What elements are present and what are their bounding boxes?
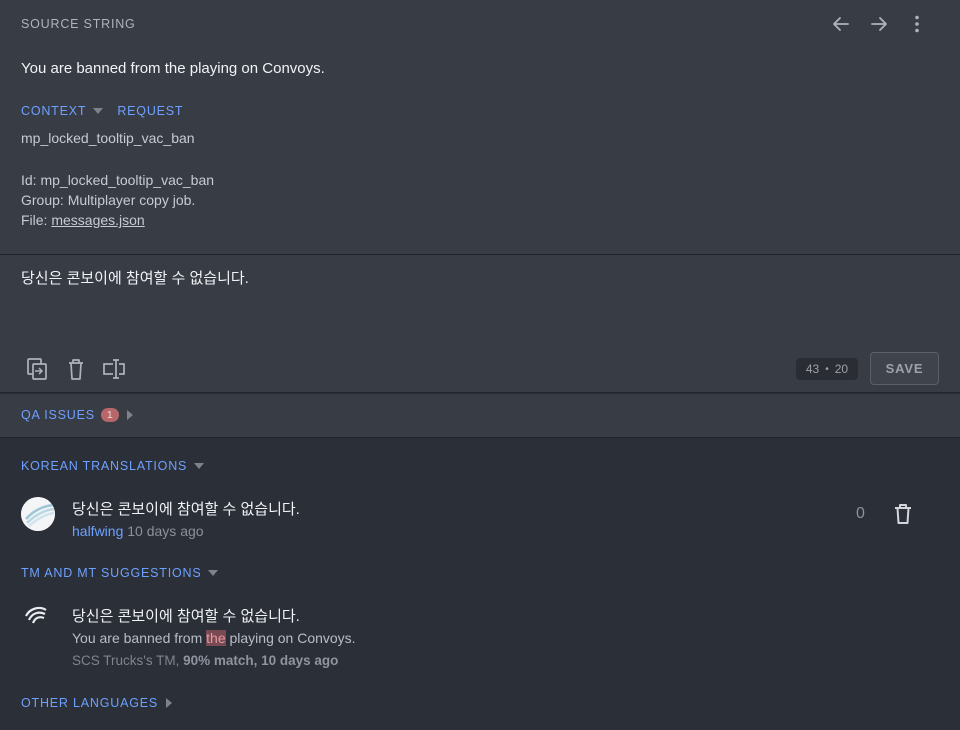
arrow-left-icon[interactable] bbox=[822, 12, 860, 36]
author-link[interactable]: halfwing bbox=[72, 523, 123, 539]
suggestion-match: 90% match, 10 days ago bbox=[183, 653, 339, 668]
suggestion-origin: SCS Trucks's TM, bbox=[72, 653, 184, 668]
translation-editor: 당신은 콘보이에 참여할 수 없습니다. 43 • 20 SAVE bbox=[0, 255, 960, 393]
string-id: Id: mp_locked_tooltip_vac_ban bbox=[21, 172, 215, 188]
trash-icon bbox=[895, 504, 911, 524]
translation-memory-icon bbox=[24, 604, 48, 628]
context-key: mp_locked_tooltip_vac_ban bbox=[21, 130, 195, 146]
suggestion-text[interactable]: 당신은 콘보이에 참여할 수 없습니다. bbox=[72, 605, 300, 626]
file-link[interactable]: messages.json bbox=[51, 212, 144, 228]
source-string-title: SOURCE STRING bbox=[21, 17, 136, 31]
qa-issues-title: QA ISSUES bbox=[21, 408, 95, 422]
character-counter: 43 • 20 bbox=[796, 358, 858, 380]
copy-source-icon[interactable] bbox=[24, 356, 50, 382]
string-group: Group: Multiplayer copy job. bbox=[21, 192, 196, 208]
qa-issues-panel: QA ISSUES 1 bbox=[0, 394, 960, 438]
string-metadata: Id: mp_locked_tooltip_vac_ban Group: Mul… bbox=[21, 170, 214, 230]
chevron-right-icon bbox=[126, 410, 133, 420]
other-languages-title: OTHER LANGUAGES bbox=[21, 696, 159, 710]
save-button[interactable]: SAVE bbox=[870, 352, 939, 385]
string-file: File: messages.json bbox=[21, 210, 214, 230]
chevron-down-icon bbox=[208, 570, 219, 576]
chevron-down-icon bbox=[93, 108, 104, 114]
file-label: File: bbox=[21, 212, 52, 228]
counter-separator: • bbox=[825, 363, 829, 375]
more-vertical-icon[interactable] bbox=[898, 12, 936, 36]
chevron-down-icon bbox=[194, 463, 205, 469]
korean-translations-toggle[interactable]: KOREAN TRANSLATIONS bbox=[21, 459, 205, 473]
vote-count: 0 bbox=[856, 505, 865, 522]
arrow-right-icon[interactable] bbox=[860, 12, 898, 36]
avatar bbox=[21, 497, 55, 531]
suggestion-source-after: playing on Convoys. bbox=[225, 630, 356, 646]
suggestion-source-before: You are banned from bbox=[72, 630, 207, 646]
translation-attribution: halfwing 10 days ago bbox=[72, 523, 204, 539]
translation-input[interactable]: 당신은 콘보이에 참여할 수 없습니다. bbox=[21, 267, 249, 288]
other-languages-toggle[interactable]: OTHER LANGUAGES bbox=[21, 696, 173, 710]
text-cursor-icon[interactable] bbox=[102, 356, 128, 382]
source-tabs: CONTEXT REQUEST bbox=[21, 104, 183, 118]
qa-issues-toggle[interactable]: QA ISSUES 1 bbox=[21, 408, 133, 422]
editor-toolbar bbox=[24, 356, 128, 382]
delete-translation-button[interactable] bbox=[891, 502, 915, 526]
suggestions-toggle[interactable]: TM AND MT SUGGESTIONS bbox=[21, 566, 219, 580]
chevron-right-icon bbox=[166, 698, 173, 708]
suggestions-title: TM AND MT SUGGESTIONS bbox=[21, 566, 202, 580]
source-nav-toolbar bbox=[822, 12, 936, 36]
korean-translations-title: KOREAN TRANSLATIONS bbox=[21, 459, 188, 473]
source-string-panel: SOURCE STRING You are banned from the pl… bbox=[0, 0, 960, 255]
tab-context[interactable]: CONTEXT bbox=[21, 104, 86, 118]
qa-issues-count-badge: 1 bbox=[100, 408, 119, 422]
suggestion-meta: SCS Trucks's TM, 90% match, 10 days ago bbox=[72, 653, 338, 668]
suggestion-diff-highlight: the bbox=[206, 630, 226, 646]
translation-text: 당신은 콘보이에 참여할 수 없습니다. bbox=[72, 501, 300, 518]
translation-time: 10 days ago bbox=[127, 523, 204, 539]
source-text: You are banned from the playing on Convo… bbox=[21, 60, 325, 77]
suggestion-source: You are banned from the playing on Convo… bbox=[72, 630, 356, 646]
translation-length: 20 bbox=[834, 362, 849, 376]
tab-request[interactable]: REQUEST bbox=[117, 104, 183, 118]
source-length: 43 bbox=[805, 362, 820, 376]
clear-icon[interactable] bbox=[63, 356, 89, 382]
